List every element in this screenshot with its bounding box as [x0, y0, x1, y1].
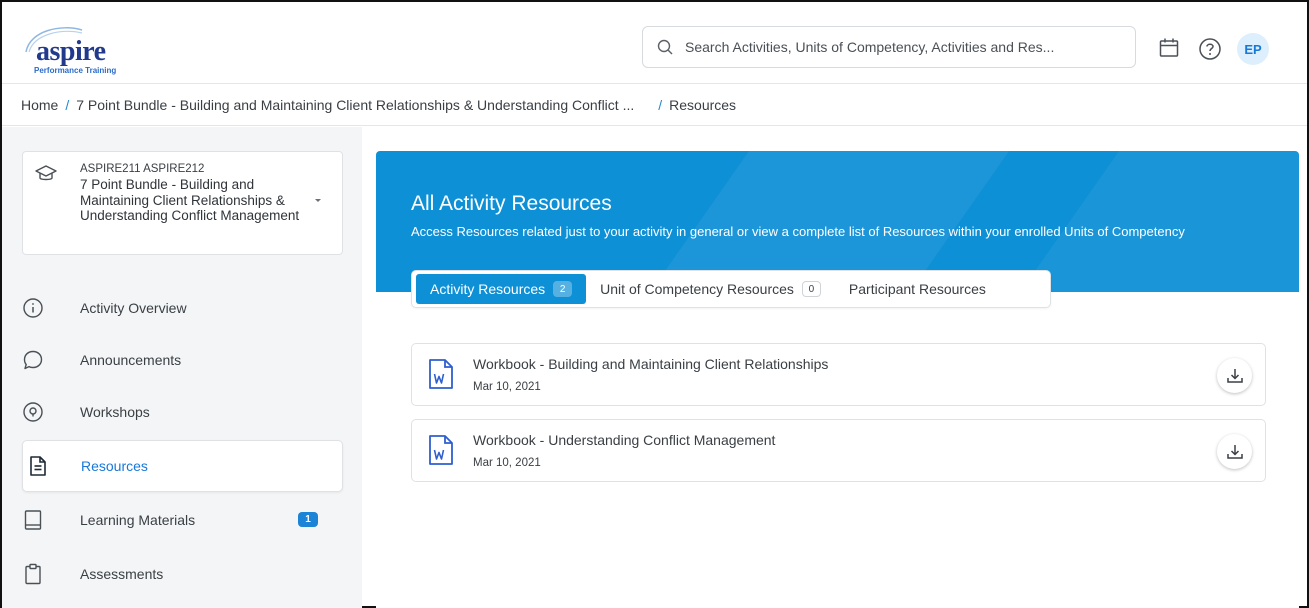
chat-bubble-icon [23, 350, 43, 370]
top-header: aspire Performance Training EP [2, 2, 1307, 84]
word-document-icon [429, 435, 453, 465]
resource-item[interactable]: Workbook - Building and Maintaining Clie… [411, 343, 1266, 406]
banner-title: All Activity Resources [411, 192, 612, 215]
breadcrumb-course[interactable]: 7 Point Bundle - Building and Maintainin… [76, 97, 634, 113]
download-button[interactable] [1217, 434, 1252, 469]
graduation-cap-icon [35, 165, 57, 181]
chevron-down-icon[interactable] [313, 198, 323, 204]
aspire-logo[interactable]: aspire Performance Training [22, 22, 142, 75]
tab-label: Activity Resources [430, 281, 546, 297]
document-icon [30, 456, 46, 476]
tab-label: Participant Resources [848, 281, 986, 297]
learning-materials-count-badge: 1 [298, 512, 318, 527]
word-document-icon [429, 359, 453, 389]
clipboard-icon [25, 563, 41, 585]
resource-item[interactable]: Workbook - Understanding Conflict Manage… [411, 419, 1266, 482]
search-input[interactable] [685, 39, 1105, 55]
tab-participant-resources[interactable]: Participant Resources [835, 274, 1000, 304]
sidebar-item-resources[interactable]: Resources [22, 440, 343, 492]
sidebar: ASPIRE211 ASPIRE212 7 Point Bundle - Bui… [2, 127, 362, 608]
book-icon [24, 510, 42, 530]
sidebar-item-assessments[interactable]: Assessments [22, 548, 343, 600]
banner-subtitle: Access Resources related just to your ac… [411, 224, 1185, 239]
sidebar-item-label: Resources [81, 458, 148, 474]
search-icon [657, 39, 673, 55]
breadcrumb-separator: / [658, 96, 663, 113]
sidebar-item-label: Learning Materials [80, 512, 196, 528]
tab-activity-resources[interactable]: Activity Resources 2 [416, 274, 587, 304]
resource-name[interactable]: Workbook - Building and Maintaining Clie… [473, 356, 828, 372]
location-pin-icon [23, 402, 43, 422]
sidebar-item-workshops[interactable]: Workshops [22, 386, 343, 438]
tab-count-badge: 2 [553, 281, 573, 297]
tab-unit-of-competency-resources[interactable]: Unit of Competency Resources 0 [586, 274, 835, 304]
logo-tagline: Performance Training [34, 66, 117, 75]
main-content: All Activity Resources Access Resources … [376, 151, 1299, 608]
info-icon [23, 298, 43, 318]
sidebar-item-label: Workshops [80, 404, 150, 420]
resource-tabs: Activity Resources 2 Unit of Competency … [411, 270, 1051, 308]
tab-label: Unit of Competency Resources [600, 281, 794, 297]
logo-wordmark: aspire [36, 36, 106, 67]
course-title: 7 Point Bundle - Building and Maintainin… [80, 177, 300, 223]
user-avatar[interactable]: EP [1237, 33, 1269, 65]
course-selector[interactable]: ASPIRE211 ASPIRE212 7 Point Bundle - Bui… [22, 151, 343, 255]
breadcrumb-separator: / [65, 96, 70, 113]
sidebar-item-label: Announcements [80, 352, 182, 368]
tab-count-badge: 0 [801, 281, 821, 297]
download-icon [1226, 368, 1243, 383]
resource-date: Mar 10, 2021 [473, 381, 541, 393]
sidebar-item-label: Activity Overview [80, 300, 187, 316]
breadcrumb-home[interactable]: Home [21, 97, 58, 113]
download-icon [1226, 444, 1243, 459]
search-box[interactable] [642, 26, 1136, 68]
calendar-icon[interactable] [1158, 37, 1180, 59]
sidebar-item-learning-materials[interactable]: Learning Materials 1 [22, 494, 343, 546]
course-codes: ASPIRE211 ASPIRE212 [80, 163, 205, 175]
resource-date: Mar 10, 2021 [473, 457, 541, 469]
help-icon[interactable] [1198, 37, 1222, 61]
sidebar-item-label: Assessments [80, 566, 164, 582]
sidebar-item-announcements[interactable]: Announcements [22, 334, 343, 386]
breadcrumb: Home / 7 Point Bundle - Building and Mai… [2, 84, 1307, 126]
resource-name[interactable]: Workbook - Understanding Conflict Manage… [473, 432, 775, 448]
sidebar-item-activity-overview[interactable]: Activity Overview [22, 282, 343, 334]
download-button[interactable] [1217, 358, 1252, 393]
breadcrumb-current: Resources [669, 96, 737, 113]
